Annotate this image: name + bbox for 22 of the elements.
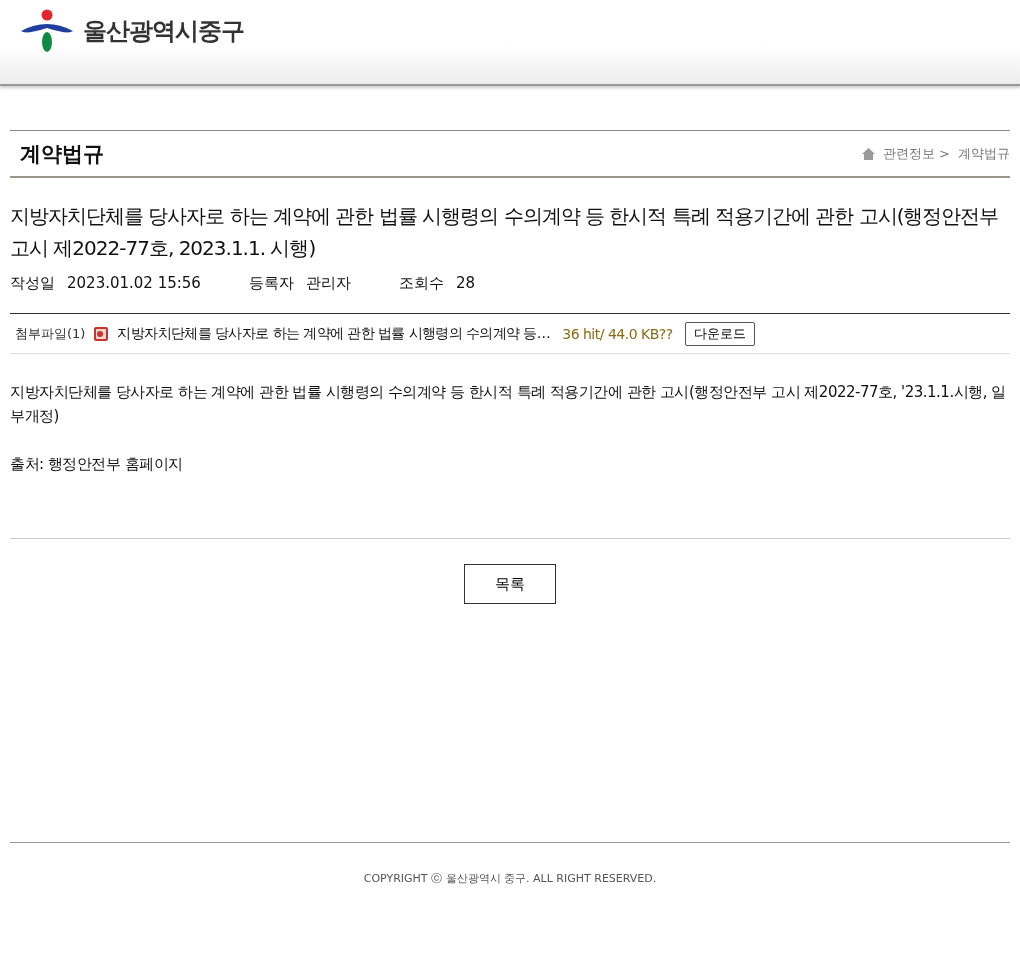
list-button[interactable]: 목록 (464, 564, 556, 604)
attachment-info: 36 hit/ 44.0 KB?? (562, 325, 673, 342)
meta-value: 2023.01.02 15:56 (67, 274, 201, 293)
meta-label: 등록자 (248, 274, 294, 293)
breadcrumb-link[interactable]: 계약법규 (958, 144, 1010, 163)
body-paragraph: 출처: 행정안전부 홈페이지 (10, 454, 184, 475)
home-icon[interactable] (861, 147, 875, 160)
download-button[interactable]: 다운로드 (684, 321, 755, 346)
page-heading: 계약법규 (20, 140, 104, 168)
breadcrumb-link[interactable]: 관련정보 > (882, 144, 950, 163)
attachment-label: 첨부파일(1) (15, 324, 86, 343)
site-name[interactable]: 울산광역시중구 (83, 15, 244, 47)
meta-label: 조회수 (398, 274, 444, 293)
copyright-text: COPYRIGHT ⓒ 울산광역시 중구. ALL RIGHT RESERVED. (363, 872, 657, 885)
logo-icon[interactable] (19, 9, 75, 53)
meta-value: 28 (455, 274, 475, 293)
file-icon (93, 325, 110, 342)
meta-value: 관리자 (305, 274, 351, 293)
body-paragraph: 지방자치단체를 당사자로 하는 계약에 관한 법률 시행령의 수의계약 등 한시적 특례 적용기간에 관한 고시(행정안전부 고시 제2022-77호, '23.1.1.시행, 일부개정) (10, 382, 1007, 427)
meta-label: 작성일 (10, 274, 55, 293)
attachment-link[interactable]: 지방자치단체를 당사자로 하는 계약에 관한 법률 시행령의 수의계약 등… (117, 324, 551, 343)
post-title: 지방자치단체를 당사자로 하는 계약에 관한 법률 시행령의 수의계약 등 한시적 특례 적용기간에 관한 고시(행정안전부 고시 제2022-77호, 2023.1.1. 시행) (10, 203, 1000, 262)
